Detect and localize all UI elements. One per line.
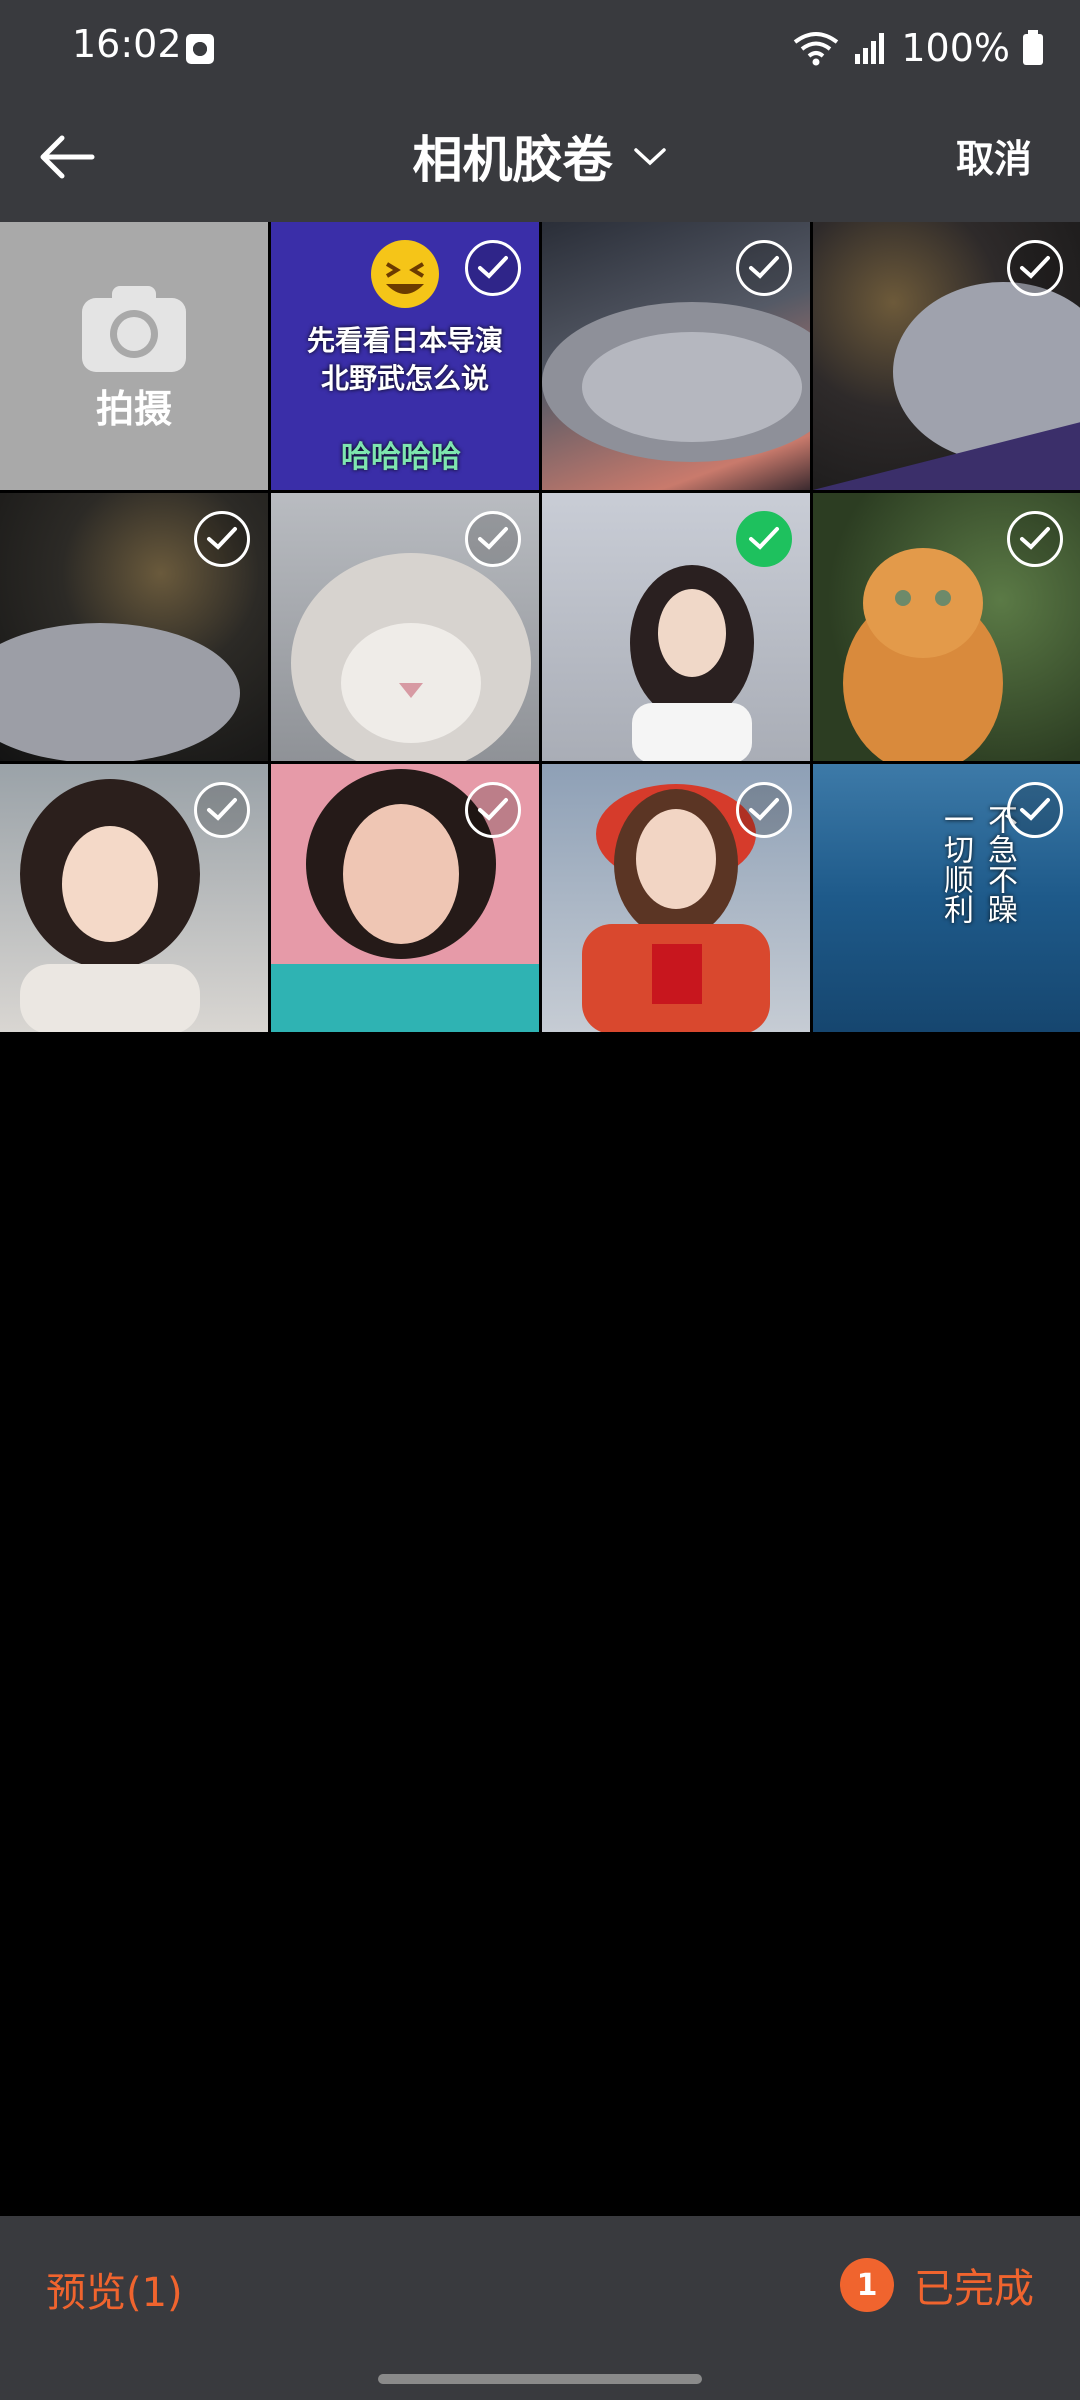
check-icon (1020, 527, 1050, 550)
photo-tile[interactable] (542, 764, 810, 1032)
photo-tile[interactable] (813, 493, 1080, 761)
select-checkbox[interactable] (194, 511, 250, 567)
camera-label: 拍摄 (95, 387, 172, 431)
bottom-toolbar: 预览(1) 1 已完成 (0, 2216, 1080, 2400)
album-header: 相机胶卷 取消 (0, 96, 1080, 222)
check-icon (749, 256, 779, 279)
photo-caption: 先看看日本导演 北野武怎么说 (306, 324, 503, 395)
select-checkbox[interactable] (465, 782, 521, 838)
battery-icon (1023, 30, 1043, 65)
status-time: 16:02 (72, 22, 182, 66)
photo-tile[interactable]: 不急不躁 一切顺利 (813, 764, 1080, 1032)
cancel-button[interactable]: 取消 (956, 128, 1032, 183)
photo-tile[interactable] (271, 493, 539, 761)
signal-icon (855, 33, 885, 64)
check-icon (478, 256, 508, 279)
photo-tile[interactable]: 先看看日本导演 北野武怎么说 哈哈哈哈 (271, 222, 539, 490)
photo-caption: 不急不躁 一切顺利 (938, 804, 1017, 924)
preview-button[interactable]: 预览(1) (46, 2260, 183, 2318)
album-title[interactable]: 相机胶卷 (412, 131, 612, 189)
select-checkbox[interactable] (736, 782, 792, 838)
check-icon (207, 798, 237, 821)
photo-tile[interactable] (542, 222, 810, 490)
photo-caption-secondary: 哈哈哈哈 (341, 440, 461, 475)
select-checkbox[interactable] (194, 782, 250, 838)
select-checkbox[interactable] (1007, 240, 1063, 296)
battery-percent: 100% (901, 26, 1010, 70)
camera-icon (82, 286, 186, 372)
album-selector[interactable]: 相机胶卷 (0, 120, 1080, 192)
selected-count-badge: 1 (840, 2258, 894, 2312)
status-bar: 16:02 100% (0, 0, 1080, 96)
media-notification-icon (186, 34, 214, 64)
wifi-icon (794, 32, 839, 66)
check-icon (749, 527, 779, 550)
photo-tile[interactable] (271, 764, 539, 1032)
camera-tile[interactable]: 拍摄 (0, 222, 268, 490)
photo-tile[interactable] (0, 493, 268, 761)
check-icon (1020, 798, 1050, 821)
status-icons: 100% (791, 22, 1044, 74)
check-icon (749, 798, 779, 821)
chevron-down-icon[interactable] (632, 144, 668, 168)
check-icon (478, 798, 508, 821)
select-checkbox[interactable] (1007, 782, 1063, 838)
photo-tile[interactable] (542, 493, 810, 761)
select-checkbox[interactable] (465, 511, 521, 567)
check-icon (207, 527, 237, 550)
done-button[interactable]: 1 已完成 (840, 2256, 1034, 2314)
select-checkbox[interactable] (465, 240, 521, 296)
done-label[interactable]: 已完成 (914, 2256, 1034, 2314)
check-icon (1020, 256, 1050, 279)
photo-tile[interactable] (0, 764, 268, 1032)
photo-tile[interactable] (813, 222, 1080, 490)
select-checkbox[interactable] (1007, 511, 1063, 567)
check-icon (478, 527, 508, 550)
home-indicator[interactable] (378, 2374, 702, 2384)
select-checkbox-selected[interactable] (736, 511, 792, 567)
select-checkbox[interactable] (736, 240, 792, 296)
